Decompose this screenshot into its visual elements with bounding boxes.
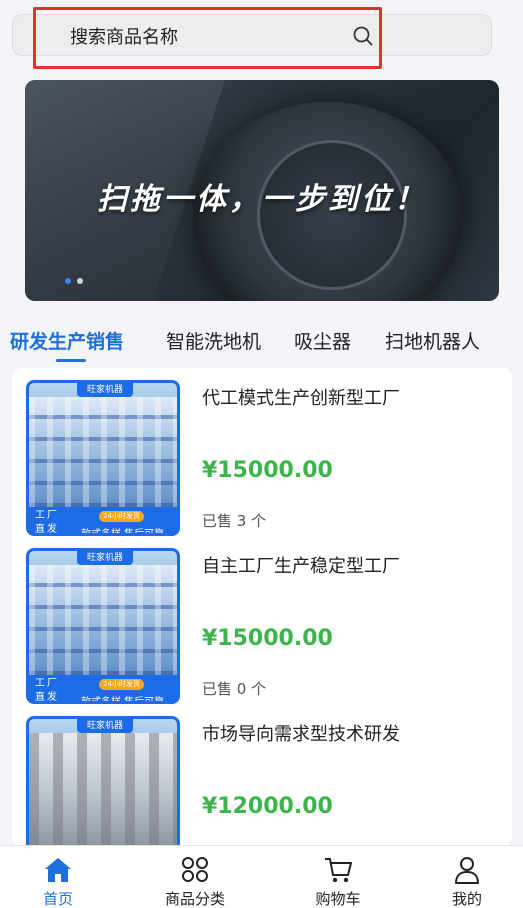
product-title[interactable]: 自主工厂生产稳定型工厂	[202, 552, 400, 578]
tab-smart-floor-washer[interactable]: 智能洗地机	[166, 327, 261, 354]
tabbar-label: 购物车	[315, 890, 361, 908]
thumb-tagline: 款式多样 售后可靠	[81, 697, 165, 704]
factory-photo	[29, 565, 177, 675]
tabbar-label: 商品分类	[164, 890, 225, 908]
product-card[interactable]: 旺家机器 市场导向需求型技术研发 ¥12000.00	[12, 704, 512, 846]
promo-banner[interactable]: 扫拖一体，一步到位！	[25, 80, 499, 301]
tab-sweeping-robot[interactable]: 扫地机器人	[385, 327, 480, 354]
thumb-tagline: 款式多样 售后可靠	[81, 529, 165, 536]
product-thumbnail[interactable]: 旺家机器 工厂直发 24小时发货 款式多样 售后可靠	[26, 548, 180, 704]
home-icon	[45, 858, 71, 882]
product-thumbnail[interactable]: 旺家机器	[26, 716, 180, 846]
factory-photo	[29, 397, 177, 507]
search-input[interactable]: 搜索商品名称	[70, 23, 178, 49]
product-thumbnail[interactable]: 旺家机器 工厂直发 24小时发货 款式多样 售后可靠	[26, 380, 180, 536]
carousel-dot-active[interactable]	[65, 278, 71, 284]
product-price: ¥12000.00	[202, 794, 333, 819]
product-card[interactable]: 旺家机器 工厂直发 24小时发货 款式多样 售后可靠 代工模式生产创新型工厂 ¥…	[12, 368, 512, 536]
tab-vacuum-cleaner[interactable]: 吸尘器	[294, 327, 351, 354]
active-tab-indicator	[56, 359, 86, 362]
carousel-dot[interactable]	[77, 278, 83, 284]
tabbar-profile[interactable]: 我的	[402, 846, 523, 908]
product-card[interactable]: 旺家机器 工厂直发 24小时发货 款式多样 售后可靠 自主工厂生产稳定型工厂 ¥…	[12, 536, 512, 704]
tabbar-label: 首页	[42, 890, 73, 908]
category-tabs: 研发生产销售 智能洗地机 吸尘器 扫地机器人	[0, 322, 523, 362]
tab-rd-production-sales[interactable]: 研发生产销售	[10, 327, 124, 354]
thumb-brand-label: 旺家机器	[77, 383, 133, 397]
product-price: ¥15000.00	[202, 626, 333, 651]
banner-headline: 扫拖一体，一步到位！	[97, 182, 427, 217]
category-icon	[182, 857, 208, 882]
cart-icon	[325, 858, 352, 883]
product-sold-count: 已售 0 个	[202, 680, 267, 698]
tabbar-label: 我的	[451, 890, 482, 908]
product-sold-count: 已售 3 个	[202, 512, 267, 530]
product-price: ¥15000.00	[202, 458, 333, 483]
tabbar-home[interactable]: 首页	[0, 846, 123, 908]
product-title[interactable]: 市场导向需求型技术研发	[202, 720, 400, 746]
city-photo	[29, 733, 177, 846]
tabbar-cart[interactable]: 购物车	[273, 846, 403, 908]
tabbar-category[interactable]: 商品分类	[130, 846, 260, 908]
thumb-brand-label: 旺家机器	[77, 719, 133, 733]
search-icon[interactable]	[352, 25, 374, 47]
thumb-factory-label: 工厂直发	[35, 678, 59, 703]
product-title[interactable]: 代工模式生产创新型工厂	[202, 384, 400, 410]
bottom-tab-bar: 首页 商品分类 购物车 我的	[0, 845, 523, 908]
thumb-brand-label: 旺家机器	[77, 551, 133, 565]
thumb-shipping-badge: 24小时发货	[99, 679, 144, 690]
user-icon	[455, 857, 479, 884]
thumb-factory-label: 工厂直发	[35, 510, 59, 535]
product-list: 旺家机器 工厂直发 24小时发货 款式多样 售后可靠 代工模式生产创新型工厂 ¥…	[12, 368, 512, 846]
thumb-shipping-badge: 24小时发货	[99, 511, 144, 522]
